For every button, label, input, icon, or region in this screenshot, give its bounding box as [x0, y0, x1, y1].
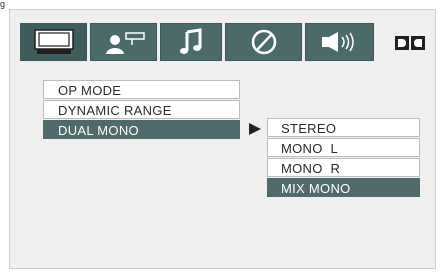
user-remote-icon [102, 29, 146, 55]
monitor-icon [33, 29, 74, 55]
audio-menu: OP MODE DYNAMIC RANGE DUAL MONO [43, 80, 240, 140]
dolby-logo [395, 36, 425, 50]
submenu-item-mix-mono[interactable]: MIX MONO [267, 178, 420, 197]
tab-audio[interactable] [160, 23, 222, 61]
submenu-arrow-icon [249, 122, 261, 140]
circle-slash-icon [250, 28, 278, 56]
tab-bar [20, 23, 374, 61]
music-note-icon [178, 28, 204, 56]
page-fragment-text: g [0, 0, 6, 9]
submenu-item-mono-l[interactable]: MONO L [267, 138, 420, 157]
dual-mono-submenu: STEREO MONO L MONO R MIX MONO [267, 118, 420, 198]
tab-general[interactable] [20, 23, 87, 61]
tab-speaker[interactable] [305, 23, 374, 61]
tab-preference[interactable] [225, 23, 302, 61]
submenu-item-mono-r[interactable]: MONO R [267, 158, 420, 177]
tab-user-setup[interactable] [90, 23, 157, 61]
menu-item-dynamic-range[interactable]: DYNAMIC RANGE [43, 100, 240, 119]
submenu-item-stereo[interactable]: STEREO [267, 118, 420, 137]
menu-item-op-mode[interactable]: OP MODE [43, 80, 240, 99]
menu-item-dual-mono[interactable]: DUAL MONO [43, 120, 240, 139]
speaker-icon [320, 31, 360, 53]
